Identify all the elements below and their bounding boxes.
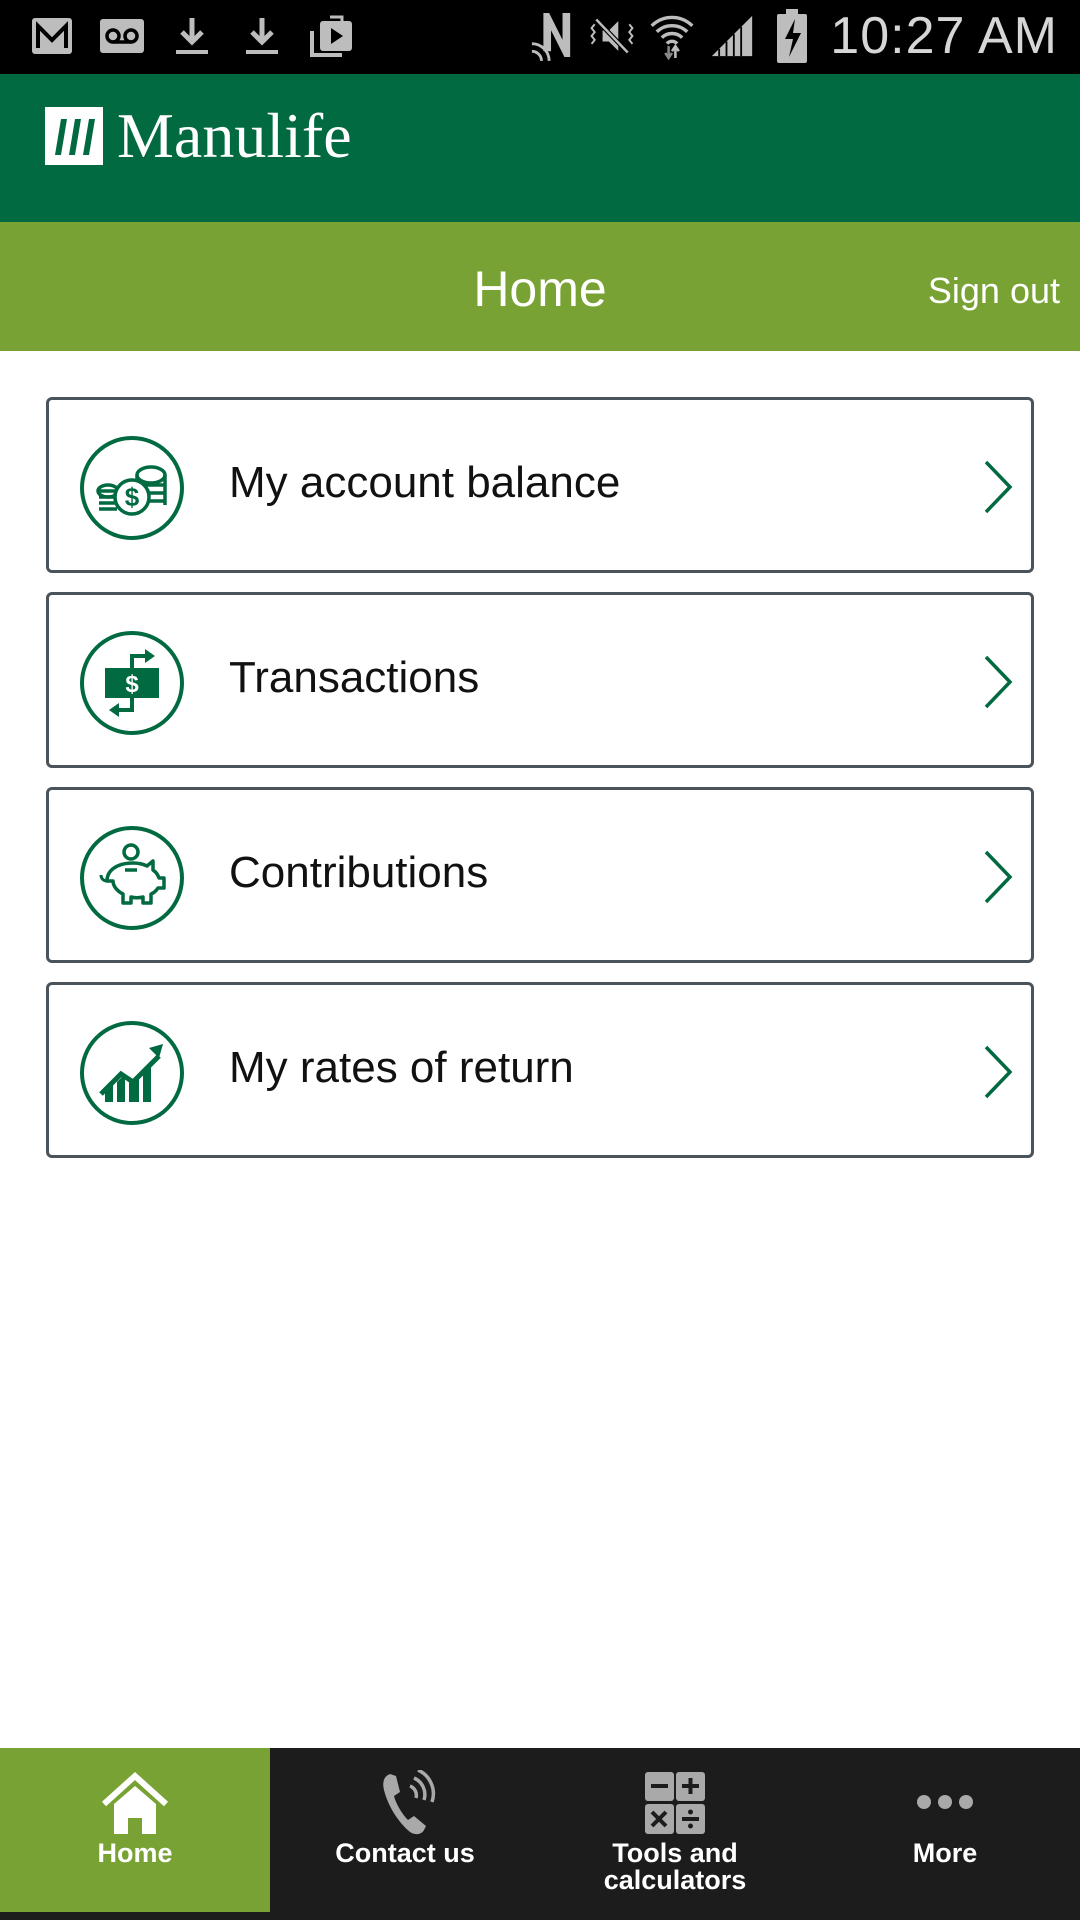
growth-chart-icon	[80, 1021, 184, 1125]
nav-label-line1: Tools and	[612, 1838, 738, 1868]
home-menu: $ My account balance $ Transactions Cont…	[46, 397, 1034, 1177]
manulife-logo: Manulife	[45, 104, 352, 168]
menu-item-label: My account balance	[229, 458, 621, 507]
gmail-icon	[30, 14, 74, 58]
wifi-icon	[650, 14, 694, 61]
title-bar: Home Sign out	[0, 222, 1080, 351]
svg-text:$: $	[125, 671, 139, 698]
money-transfer-icon: $	[80, 631, 184, 735]
download-icon	[240, 14, 284, 58]
battery-charging-icon	[770, 9, 814, 63]
nav-home[interactable]: Home	[0, 1748, 270, 1912]
bottom-navigation: Home Contact us Tools and calculators Mo…	[0, 1748, 1080, 1920]
chevron-right-icon	[984, 460, 1013, 514]
menu-item-account-balance[interactable]: $ My account balance	[46, 397, 1034, 573]
page-title: Home	[473, 261, 607, 317]
menu-item-contributions[interactable]: Contributions	[46, 787, 1034, 963]
nav-label: More	[912, 1838, 978, 1868]
menu-item-transactions[interactable]: $ Transactions	[46, 592, 1034, 768]
brand-header: Manulife	[0, 74, 1080, 222]
status-bar: 10:27 AM	[0, 0, 1080, 74]
home-icon	[101, 1771, 169, 1834]
manulife-logo-mark	[45, 107, 103, 165]
nav-more[interactable]: More	[810, 1748, 1080, 1912]
nav-label: Home	[97, 1838, 173, 1868]
menu-item-label: Transactions	[229, 653, 480, 702]
voicemail-icon	[100, 14, 144, 58]
nfc-icon	[530, 13, 574, 62]
menu-item-rates-of-return[interactable]: My rates of return	[46, 982, 1034, 1158]
nav-label: Tools and calculators	[540, 1840, 810, 1894]
menu-item-label: My rates of return	[229, 1043, 574, 1092]
chevron-right-icon	[984, 1045, 1013, 1099]
sign-out-button[interactable]: Sign out	[928, 270, 1060, 312]
svg-text:$: $	[125, 482, 140, 512]
vibrate-mute-icon	[590, 14, 634, 58]
status-time: 10:27 AM	[830, 7, 1058, 65]
chevron-right-icon	[984, 850, 1013, 904]
chevron-right-icon	[984, 655, 1013, 709]
coins-dollar-icon: $	[80, 436, 184, 540]
more-dots-icon	[917, 1795, 973, 1809]
nav-contact-us[interactable]: Contact us	[270, 1748, 540, 1912]
piggy-bank-icon	[80, 826, 184, 930]
brand-name: Manulife	[117, 100, 352, 171]
download-icon	[170, 14, 214, 58]
nav-label-line2: calculators	[603, 1865, 747, 1895]
nav-label: Contact us	[335, 1838, 475, 1868]
menu-item-label: Contributions	[229, 848, 489, 897]
signal-icon	[710, 14, 754, 58]
calculator-icon	[645, 1772, 705, 1834]
nav-tools-calculators[interactable]: Tools and calculators	[540, 1748, 810, 1912]
phone-icon	[383, 1770, 436, 1835]
play-store-icon	[310, 14, 354, 58]
